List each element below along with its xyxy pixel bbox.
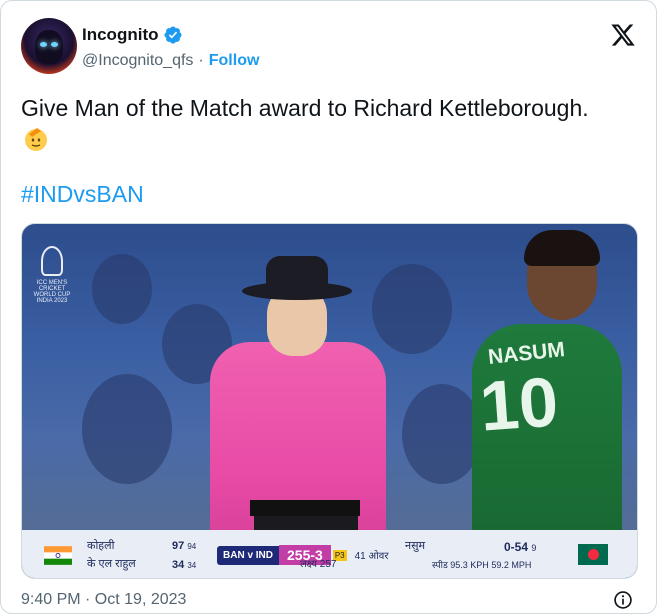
avatar-face [35, 30, 63, 64]
avatar[interactable] [21, 18, 77, 74]
india-flag-icon [44, 546, 72, 565]
bangladesh-flag-icon [578, 544, 608, 565]
world-cup-logo-text: ICC MEN'S CRICKET WORLD CUP INDIA 2023 [33, 280, 71, 304]
author-handle[interactable]: @Incognito_qfs [82, 52, 193, 70]
scorebar: कोहली के एल राहुल 97 94 34 34 BAN v IND … [22, 530, 637, 578]
crowd-shape [92, 254, 152, 324]
bowler-figures: 0-54 9 [504, 540, 536, 554]
speed-label: स्पीड [432, 560, 448, 570]
author-display-name[interactable]: Incognito [82, 25, 158, 45]
tweet-card: Incognito @Incognito_qfs · Follow Give M… [0, 0, 657, 614]
handle-separator: · [198, 52, 204, 69]
tweet-text: Give Man of the Match award to Richard K… [21, 95, 589, 121]
batters-names: कोहली के एल राहुल [87, 537, 136, 573]
author-name-row: Incognito [82, 25, 183, 45]
author-handle-row: @Incognito_qfs · Follow [82, 52, 259, 70]
umpire-belt [250, 500, 360, 516]
batter1-balls: 94 [187, 542, 197, 551]
follow-button[interactable]: Follow [209, 52, 260, 70]
world-cup-logo: ICC MEN'S CRICKET WORLD CUP INDIA 2023 [32, 246, 72, 326]
x-logo-icon[interactable] [610, 22, 636, 48]
batters-scores: 97 94 34 34 [172, 537, 196, 575]
bowler-overs: 9 [531, 543, 537, 553]
crowd-shape [402, 384, 482, 484]
player-hair [524, 230, 600, 266]
batter1-runs: 97 [172, 540, 185, 552]
speed-mph: 59.2 MPH [491, 560, 532, 570]
bowler-name: नसुम [405, 540, 426, 552]
tweet-media-image[interactable]: ICC MEN'S CRICKET WORLD CUP INDIA 2023 N… [21, 223, 638, 579]
batter2-runs: 34 [172, 559, 185, 571]
batter2-balls: 34 [187, 561, 197, 570]
jersey-number: 10 [477, 362, 561, 446]
saluting-face-emoji-icon [25, 128, 47, 151]
batter1-name: कोहली [87, 540, 115, 552]
crowd-shape [372, 264, 452, 354]
umpire-hat-brim [242, 282, 352, 300]
target-text: लक्ष्य 257 [300, 559, 337, 570]
trophy-icon [41, 246, 63, 276]
match-label: BAN v IND [217, 545, 280, 565]
ball-speed: स्पीड 95.3 KPH 59.2 MPH [432, 558, 531, 571]
avatar-eye-right [51, 42, 58, 47]
bowler-figures-value: 0-54 [504, 540, 529, 554]
speed-kph: 95.3 KPH [450, 560, 489, 570]
info-icon[interactable] [613, 590, 633, 610]
batter2-name: के एल राहुल [87, 558, 136, 570]
hashtag-link[interactable]: #INDvsBAN [21, 181, 144, 208]
overs-count: 41 ओवर [354, 551, 389, 562]
tweet-timestamp[interactable]: 9:40 PM · Oct 19, 2023 [21, 591, 186, 609]
crowd-shape [82, 374, 172, 484]
avatar-eye-left [40, 42, 47, 47]
verified-badge-icon [164, 26, 183, 44]
flag-circle [588, 549, 599, 560]
